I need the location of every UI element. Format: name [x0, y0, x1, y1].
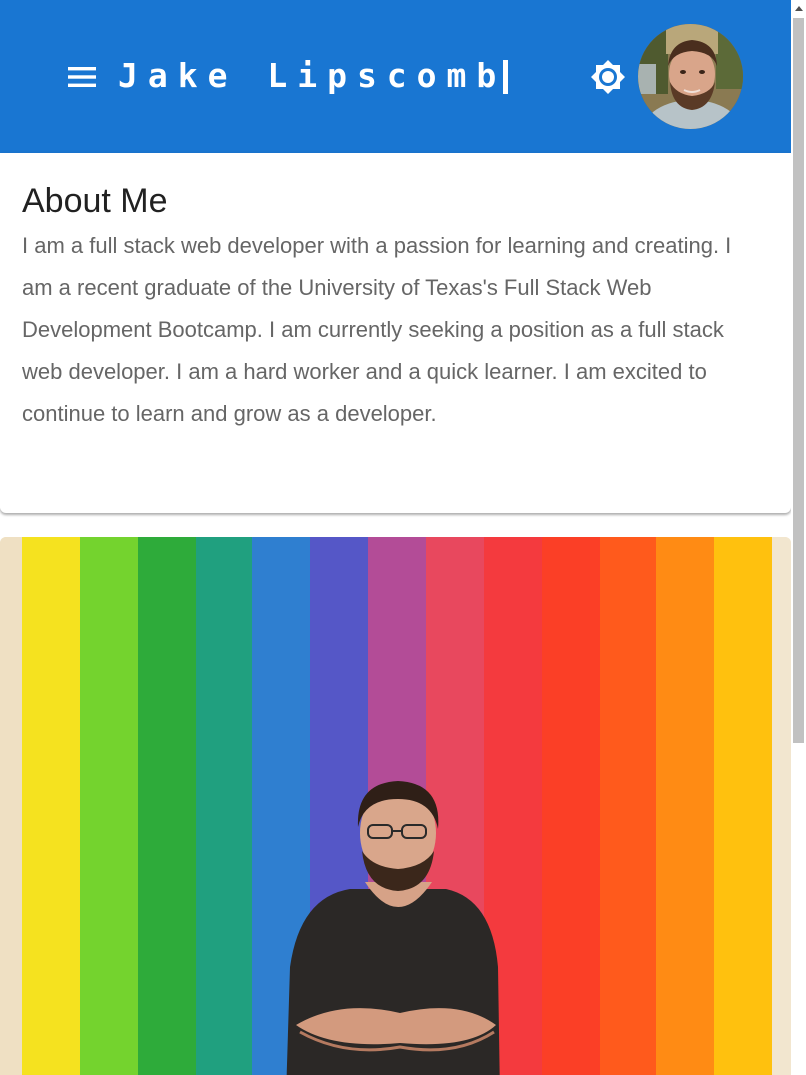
about-heading: About Me	[22, 182, 168, 220]
profile-photo	[638, 24, 743, 129]
app-bar: Jake Lipscomb	[0, 0, 791, 153]
theme-toggle-button[interactable]	[588, 57, 628, 97]
scrollbar-thumb[interactable]	[793, 18, 804, 743]
about-text: I am a full stack web developer with a p…	[22, 233, 732, 426]
about-card: About Me I am a full stack web developer…	[0, 153, 791, 513]
avatar[interactable]	[638, 24, 743, 129]
menu-button[interactable]	[62, 57, 102, 97]
typing-cursor	[503, 60, 508, 94]
site-title: Jake Lipscomb	[118, 56, 507, 95]
portrait-photo-rainbow-wall	[0, 537, 791, 1075]
brightness-icon	[591, 60, 625, 94]
hamburger-menu-icon	[68, 67, 96, 87]
photo-card	[0, 537, 791, 1075]
scroll-up-arrow-icon[interactable]	[795, 6, 803, 11]
page: Jake Lipscomb About Me I am a full stack…	[0, 0, 791, 1075]
